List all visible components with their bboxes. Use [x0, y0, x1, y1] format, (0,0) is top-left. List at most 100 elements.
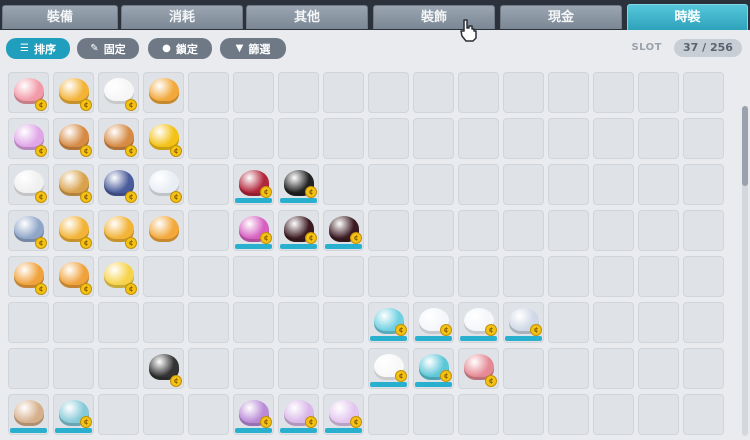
inventory-slot-filled[interactable] [8, 394, 49, 435]
inventory-slot-empty[interactable] [548, 164, 589, 205]
inventory-slot-filled[interactable]: ¢ [458, 348, 499, 389]
inventory-slot-empty[interactable] [413, 164, 454, 205]
inventory-slot-empty[interactable] [548, 118, 589, 159]
inventory-slot-filled[interactable]: ¢ [458, 302, 499, 343]
inventory-slot-empty[interactable] [503, 256, 544, 297]
inventory-slot-filled[interactable]: ¢ [53, 394, 94, 435]
inventory-slot-empty[interactable] [548, 302, 589, 343]
inventory-slot-empty[interactable] [233, 118, 274, 159]
inventory-slot-empty[interactable] [188, 164, 229, 205]
inventory-slot-filled[interactable]: ¢ [233, 164, 274, 205]
inventory-slot-empty[interactable] [593, 164, 634, 205]
inventory-slot-empty[interactable] [683, 348, 724, 389]
inventory-slot-empty[interactable] [458, 164, 499, 205]
inventory-slot-empty[interactable] [188, 394, 229, 435]
inventory-slot-filled[interactable]: ¢ [143, 164, 184, 205]
inventory-slot-filled[interactable]: ¢ [278, 164, 319, 205]
inventory-slot-empty[interactable] [278, 302, 319, 343]
inventory-slot-filled[interactable]: ¢ [53, 72, 94, 113]
inventory-slot-filled[interactable]: ¢ [98, 72, 139, 113]
inventory-slot-empty[interactable] [548, 348, 589, 389]
inventory-slot-empty[interactable] [593, 256, 634, 297]
inventory-slot-empty[interactable] [548, 394, 589, 435]
inventory-slot-empty[interactable] [593, 210, 634, 251]
inventory-slot-empty[interactable] [188, 210, 229, 251]
inventory-slot-filled[interactable]: ¢ [8, 210, 49, 251]
inventory-slot-empty[interactable] [143, 302, 184, 343]
inventory-slot-empty[interactable] [638, 348, 679, 389]
inventory-slot-empty[interactable] [53, 302, 94, 343]
inventory-slot-empty[interactable] [323, 164, 364, 205]
inventory-slot-empty[interactable] [323, 118, 364, 159]
inventory-slot-filled[interactable]: ¢ [323, 210, 364, 251]
inventory-slot-empty[interactable] [458, 118, 499, 159]
inventory-slot-empty[interactable] [593, 118, 634, 159]
inventory-slot-empty[interactable] [638, 210, 679, 251]
inventory-slot-empty[interactable] [593, 302, 634, 343]
inventory-slot-empty[interactable] [368, 210, 409, 251]
inventory-slot-empty[interactable] [188, 72, 229, 113]
inventory-slot-empty[interactable] [413, 118, 454, 159]
scrollbar-thumb[interactable] [742, 106, 748, 186]
inventory-slot-filled[interactable]: ¢ [413, 302, 454, 343]
inventory-slot-empty[interactable] [368, 118, 409, 159]
inventory-slot-empty[interactable] [638, 256, 679, 297]
inventory-slot-empty[interactable] [368, 72, 409, 113]
tab-consume[interactable]: 消耗 [121, 5, 243, 29]
inventory-slot-empty[interactable] [278, 256, 319, 297]
inventory-slot-empty[interactable] [503, 72, 544, 113]
inventory-slot-empty[interactable] [458, 72, 499, 113]
inventory-slot-empty[interactable] [368, 256, 409, 297]
inventory-slot-empty[interactable] [188, 302, 229, 343]
inventory-slot-empty[interactable] [278, 72, 319, 113]
inventory-slot-filled[interactable]: ¢ [368, 302, 409, 343]
inventory-slot-empty[interactable] [638, 394, 679, 435]
inventory-slot-filled[interactable]: ¢ [8, 164, 49, 205]
inventory-slot-filled[interactable]: ¢ [53, 164, 94, 205]
inventory-slot-filled[interactable] [143, 72, 184, 113]
tab-fashion[interactable]: 時裝 [627, 4, 748, 30]
inventory-slot-empty[interactable] [413, 256, 454, 297]
inventory-slot-empty[interactable] [593, 394, 634, 435]
inventory-slot-empty[interactable] [323, 302, 364, 343]
lock-button[interactable]: ● 鎖定 [148, 38, 212, 59]
inventory-slot-empty[interactable] [98, 394, 139, 435]
inventory-slot-empty[interactable] [638, 302, 679, 343]
inventory-slot-empty[interactable] [53, 348, 94, 389]
inventory-slot-empty[interactable] [503, 210, 544, 251]
inventory-slot-filled[interactable]: ¢ [53, 256, 94, 297]
inventory-slot-filled[interactable]: ¢ [233, 210, 274, 251]
inventory-slot-empty[interactable] [368, 164, 409, 205]
inventory-slot-empty[interactable] [413, 210, 454, 251]
inventory-slot-empty[interactable] [233, 256, 274, 297]
inventory-slot-filled[interactable]: ¢ [98, 118, 139, 159]
inventory-slot-filled[interactable]: ¢ [143, 348, 184, 389]
inventory-slot-empty[interactable] [548, 72, 589, 113]
pin-button[interactable]: ✎ 固定 [77, 38, 139, 59]
tab-cash[interactable]: 現金 [500, 5, 622, 29]
inventory-slot-empty[interactable] [683, 256, 724, 297]
inventory-slot-empty[interactable] [188, 348, 229, 389]
inventory-slot-filled[interactable]: ¢ [98, 164, 139, 205]
inventory-slot-filled[interactable]: ¢ [98, 256, 139, 297]
inventory-slot-empty[interactable] [323, 72, 364, 113]
tab-equip[interactable]: 裝備 [2, 5, 118, 29]
inventory-slot-filled[interactable]: ¢ [143, 118, 184, 159]
inventory-slot-empty[interactable] [638, 72, 679, 113]
inventory-slot-empty[interactable] [458, 394, 499, 435]
inventory-slot-empty[interactable] [188, 256, 229, 297]
inventory-slot-empty[interactable] [8, 302, 49, 343]
inventory-slot-empty[interactable] [368, 394, 409, 435]
inventory-slot-empty[interactable] [503, 394, 544, 435]
inventory-slot-empty[interactable] [143, 256, 184, 297]
inventory-slot-empty[interactable] [233, 348, 274, 389]
inventory-slot-empty[interactable] [8, 348, 49, 389]
inventory-slot-empty[interactable] [503, 118, 544, 159]
inventory-slot-empty[interactable] [233, 72, 274, 113]
inventory-slot-empty[interactable] [413, 394, 454, 435]
inventory-slot-empty[interactable] [503, 348, 544, 389]
inventory-slot-empty[interactable] [278, 348, 319, 389]
inventory-slot-empty[interactable] [548, 256, 589, 297]
inventory-slot-empty[interactable] [278, 118, 319, 159]
inventory-slot-empty[interactable] [323, 348, 364, 389]
